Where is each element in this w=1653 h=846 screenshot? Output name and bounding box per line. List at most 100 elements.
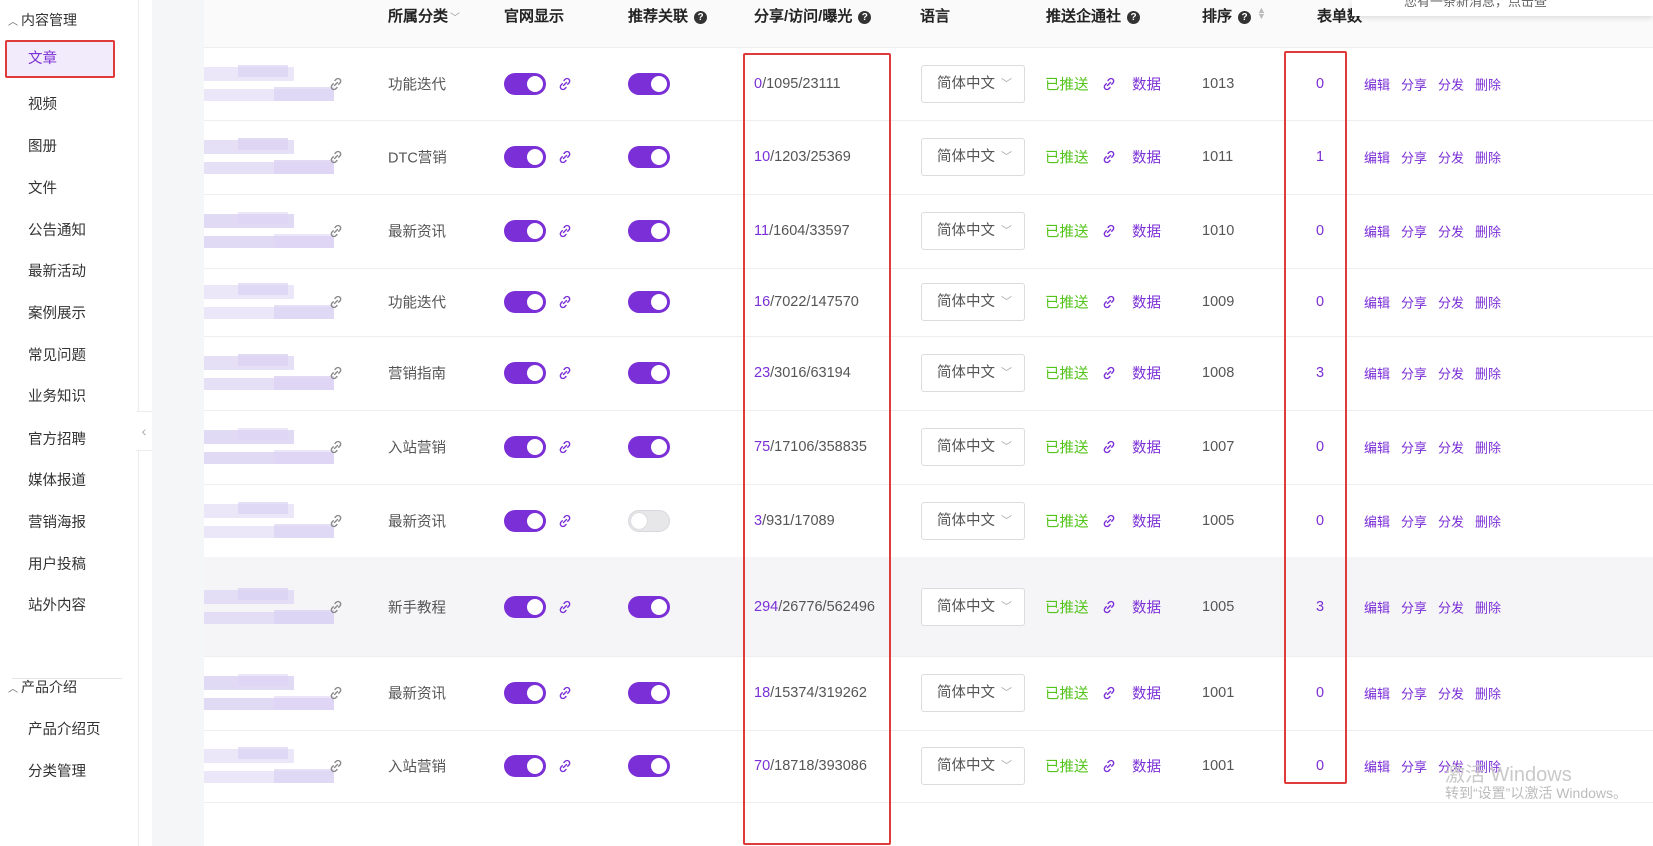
share-action[interactable]: 分享 bbox=[1401, 74, 1427, 93]
language-select[interactable]: 简体中文 ﹀ bbox=[921, 428, 1025, 466]
data-link[interactable]: 数据 bbox=[1132, 437, 1161, 458]
push-link-icon[interactable] bbox=[1101, 76, 1117, 92]
share-action[interactable]: 分享 bbox=[1401, 597, 1427, 616]
distribute-action[interactable]: 分发 bbox=[1438, 148, 1464, 167]
site-display-toggle[interactable] bbox=[504, 436, 546, 458]
data-link[interactable]: 数据 bbox=[1132, 292, 1161, 313]
link-icon[interactable] bbox=[328, 685, 344, 701]
link-icon[interactable] bbox=[328, 223, 344, 239]
data-link[interactable]: 数据 bbox=[1132, 363, 1161, 384]
link-icon[interactable] bbox=[328, 149, 344, 165]
edit-action[interactable]: 编辑 bbox=[1364, 684, 1390, 703]
sidebar-item[interactable]: 图册 bbox=[28, 135, 57, 156]
site-link-icon[interactable] bbox=[557, 76, 573, 92]
delete-action[interactable]: 删除 bbox=[1475, 684, 1501, 703]
language-select[interactable]: 简体中文 ﹀ bbox=[921, 64, 1025, 103]
site-display-toggle[interactable] bbox=[504, 755, 546, 777]
edit-action[interactable]: 编辑 bbox=[1364, 74, 1390, 93]
recommend-toggle[interactable] bbox=[628, 291, 670, 313]
share-action[interactable]: 分享 bbox=[1401, 684, 1427, 703]
edit-action[interactable]: 编辑 bbox=[1364, 293, 1390, 312]
share-action[interactable]: 分享 bbox=[1401, 364, 1427, 383]
sidebar-item[interactable]: 最新活动 bbox=[28, 260, 86, 281]
share-action[interactable]: 分享 bbox=[1401, 148, 1427, 167]
sidebar-item[interactable]: 文件 bbox=[28, 177, 57, 198]
push-link-icon[interactable] bbox=[1101, 365, 1117, 381]
sidebar-item[interactable]: 公告通知 bbox=[28, 219, 86, 240]
language-select[interactable]: 简体中文 ﹀ bbox=[921, 501, 1025, 540]
notification-toast[interactable]: 您有一条新消息，点击查 bbox=[1352, 0, 1653, 16]
recommend-toggle[interactable] bbox=[628, 755, 670, 777]
distribute-action[interactable]: 分发 bbox=[1438, 597, 1464, 616]
edit-action[interactable]: 编辑 bbox=[1364, 222, 1390, 241]
share-action[interactable]: 分享 bbox=[1401, 222, 1427, 241]
site-link-icon[interactable] bbox=[557, 685, 573, 701]
language-select[interactable]: 简体中文 ﹀ bbox=[921, 354, 1025, 392]
site-display-toggle[interactable] bbox=[504, 291, 546, 313]
sidebar-group-product-intro[interactable]: ︿ 产品介绍 bbox=[8, 677, 77, 697]
data-link[interactable]: 数据 bbox=[1132, 683, 1161, 704]
site-display-toggle[interactable] bbox=[504, 595, 546, 618]
push-link-icon[interactable] bbox=[1101, 294, 1117, 310]
site-link-icon[interactable] bbox=[557, 149, 573, 165]
language-select[interactable]: 简体中文 ﹀ bbox=[921, 138, 1025, 176]
edit-action[interactable]: 编辑 bbox=[1364, 148, 1390, 167]
sidebar-item[interactable]: 产品介绍页 bbox=[28, 718, 101, 739]
delete-action[interactable]: 删除 bbox=[1475, 293, 1501, 312]
push-link-icon[interactable] bbox=[1101, 599, 1117, 615]
site-display-toggle[interactable] bbox=[504, 220, 546, 242]
distribute-action[interactable]: 分发 bbox=[1438, 438, 1464, 457]
site-link-icon[interactable] bbox=[557, 758, 573, 774]
site-link-icon[interactable] bbox=[557, 439, 573, 455]
delete-action[interactable]: 删除 bbox=[1475, 74, 1501, 93]
share-action[interactable]: 分享 bbox=[1401, 438, 1427, 457]
sidebar-item[interactable]: 常见问题 bbox=[28, 344, 86, 365]
delete-action[interactable]: 删除 bbox=[1475, 148, 1501, 167]
sidebar-item[interactable]: 案例展示 bbox=[28, 302, 86, 323]
recommend-toggle[interactable] bbox=[628, 146, 670, 168]
push-link-icon[interactable] bbox=[1101, 685, 1117, 701]
delete-action[interactable]: 删除 bbox=[1475, 364, 1501, 383]
sidebar-item[interactable]: 视频 bbox=[28, 93, 57, 114]
edit-action[interactable]: 编辑 bbox=[1364, 757, 1390, 776]
link-icon[interactable] bbox=[328, 294, 344, 310]
link-icon[interactable] bbox=[328, 439, 344, 455]
recommend-toggle[interactable] bbox=[628, 436, 670, 458]
language-select[interactable]: 简体中文 ﹀ bbox=[921, 674, 1025, 712]
link-icon[interactable] bbox=[328, 758, 344, 774]
language-select[interactable]: 简体中文 ﹀ bbox=[921, 212, 1025, 250]
site-display-toggle[interactable] bbox=[504, 362, 546, 384]
push-link-icon[interactable] bbox=[1101, 223, 1117, 239]
recommend-toggle[interactable] bbox=[628, 509, 670, 532]
delete-action[interactable]: 删除 bbox=[1475, 597, 1501, 616]
sidebar-item[interactable]: 官方招聘 bbox=[28, 428, 86, 449]
data-link[interactable]: 数据 bbox=[1132, 510, 1161, 531]
site-display-toggle[interactable] bbox=[504, 146, 546, 168]
help-icon[interactable]: ? bbox=[1127, 11, 1141, 24]
distribute-action[interactable]: 分发 bbox=[1438, 222, 1464, 241]
distribute-action[interactable]: 分发 bbox=[1438, 511, 1464, 530]
recommend-toggle[interactable] bbox=[628, 682, 670, 704]
delete-action[interactable]: 删除 bbox=[1475, 511, 1501, 530]
data-link[interactable]: 数据 bbox=[1132, 221, 1161, 242]
edit-action[interactable]: 编辑 bbox=[1364, 511, 1390, 530]
recommend-toggle[interactable] bbox=[628, 362, 670, 384]
push-link-icon[interactable] bbox=[1101, 758, 1117, 774]
site-display-toggle[interactable] bbox=[504, 682, 546, 704]
language-select[interactable]: 简体中文 ﹀ bbox=[921, 747, 1025, 785]
collapse-sidebar-button[interactable]: ‹ bbox=[136, 411, 153, 451]
data-link[interactable]: 数据 bbox=[1132, 596, 1161, 617]
site-link-icon[interactable] bbox=[557, 513, 573, 529]
data-link[interactable]: 数据 bbox=[1132, 756, 1161, 777]
share-action[interactable]: 分享 bbox=[1401, 511, 1427, 530]
edit-action[interactable]: 编辑 bbox=[1364, 364, 1390, 383]
site-display-toggle[interactable] bbox=[504, 509, 546, 532]
col-header-category[interactable]: 所属分类 ﹀ bbox=[388, 0, 460, 34]
link-icon[interactable] bbox=[328, 513, 344, 529]
data-link[interactable]: 数据 bbox=[1132, 73, 1161, 94]
site-link-icon[interactable] bbox=[557, 223, 573, 239]
sidebar-item[interactable]: 分类管理 bbox=[28, 760, 86, 781]
distribute-action[interactable]: 分发 bbox=[1438, 74, 1464, 93]
language-select[interactable]: 简体中文 ﹀ bbox=[921, 587, 1025, 626]
help-icon[interactable]: ? bbox=[858, 11, 872, 24]
